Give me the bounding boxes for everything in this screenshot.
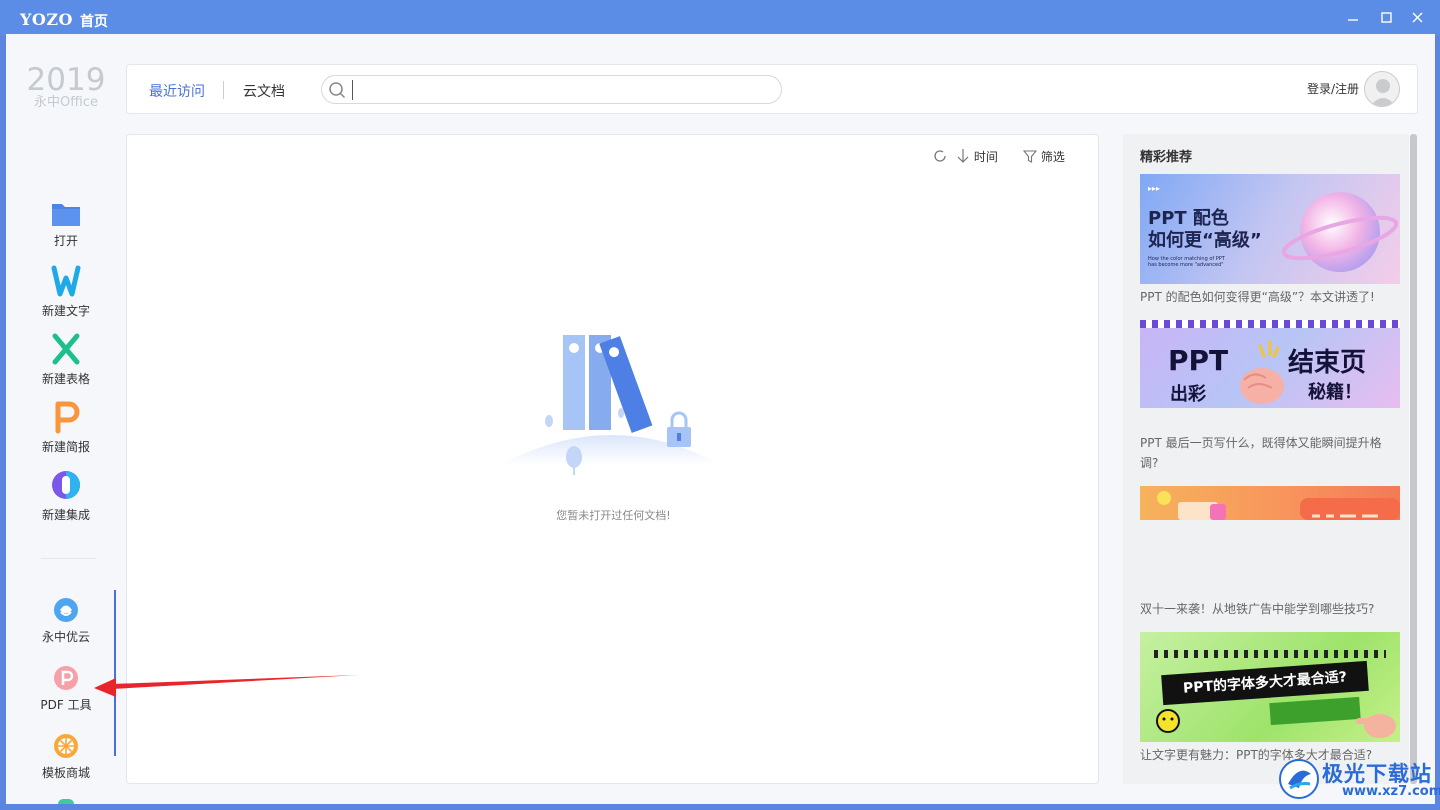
card-1-arrows: ▸▸▸ — [1148, 184, 1161, 193]
sidebar-divider — [41, 558, 96, 559]
slides-p-icon — [55, 401, 80, 434]
pointing-hand-graphic — [1356, 714, 1396, 738]
search-box — [321, 75, 782, 104]
card-1-title-line2: 如何更“高级” — [1148, 230, 1262, 251]
close-button[interactable] — [1408, 8, 1428, 28]
sidebar-item-yozo-cloud[interactable]: 永中优云 — [26, 596, 106, 645]
recommend-scrollbar[interactable] — [1410, 134, 1417, 784]
brand-logo: 2019 永中Office — [26, 64, 106, 110]
arrow-down-icon — [957, 149, 969, 163]
next-sidebar-icon — [58, 799, 74, 804]
minimize-icon — [1348, 19, 1358, 21]
title-bar: YOZO 首页 — [0, 0, 1440, 36]
sidebar-item-label: 新建集成 — [41, 508, 90, 522]
sidebar-item-label: 打开 — [53, 234, 78, 248]
tab-cloud-docs[interactable]: 云文档 — [243, 81, 285, 101]
recent-files-panel: 时间 筛选 您暂未打开过任何文档! — [126, 134, 1099, 784]
card-3-graphic — [1157, 491, 1400, 520]
recommend-card-4[interactable]: PPT的字体多大才最合适? — [1140, 632, 1400, 742]
sidebar-item-label: 新建简报 — [41, 440, 90, 454]
folder-icon — [52, 204, 80, 226]
search-input[interactable] — [352, 80, 772, 100]
maximize-icon — [1381, 12, 1392, 23]
sidebar-item-new-slides[interactable]: 新建简报 — [26, 400, 106, 455]
minimize-button[interactable] — [1343, 8, 1363, 28]
empty-state-text: 您暂未打开过任何文档! — [556, 509, 671, 522]
filter-label: 筛选 — [1040, 150, 1065, 164]
app-window: 2019 永中Office 打开 新建文字 新建表格 新建简报 新建集成 永中优… — [6, 34, 1435, 804]
top-bar: 最近访问 云文档 登录/注册 — [126, 64, 1418, 114]
filter-icon — [1022, 150, 1038, 163]
tab-divider — [223, 81, 224, 99]
cloud-icon — [54, 598, 78, 622]
sheet-x-icon — [52, 333, 80, 365]
sidebar-item-new-writer[interactable]: 新建文字 — [26, 264, 106, 319]
watermark-logo-icon — [1279, 759, 1319, 799]
sidebar-item-label: 模板商城 — [41, 766, 90, 780]
brand-name: 永中Office — [34, 95, 98, 110]
recommend-card-1-caption[interactable]: PPT 的配色如何变得更“高级”？本文讲透了! — [1140, 287, 1392, 307]
user-icon — [1370, 79, 1396, 106]
watermark: 极光下载站 www.xz7.com — [1278, 756, 1440, 802]
app-logo: YOZO — [20, 10, 73, 29]
brand-year: 2019 — [26, 62, 106, 98]
filter-button[interactable]: 筛选 — [1022, 148, 1065, 165]
recommend-card-2[interactable]: PPT 出彩 结束页 秘籍！ — [1140, 320, 1400, 408]
window-title: 首页 — [80, 14, 108, 30]
card-4-pixel-line — [1154, 650, 1386, 658]
sidebar-item-label: 新建文字 — [41, 304, 90, 318]
clapping-hand-graphic — [1240, 340, 1284, 404]
watermark-url: www.xz7.com — [1342, 784, 1440, 799]
recommend-card-1[interactable]: ▸▸▸ PPT 配色 如何更“高级” How the color matchin… — [1140, 174, 1400, 284]
smiley-graphic — [1156, 709, 1180, 733]
orange-icon — [54, 734, 78, 758]
recommend-card-2-caption[interactable]: PPT 最后一页写什么，既得体又能瞬间提升格调? — [1140, 433, 1392, 473]
card-2-pixel-border — [1140, 320, 1400, 328]
close-icon — [1412, 12, 1423, 23]
sidebar-item-new-integrated[interactable]: 新建集成 — [26, 468, 106, 523]
sidebar-item-label: PDF 工具 — [40, 698, 92, 712]
login-register-link[interactable]: 登录/注册 — [1307, 80, 1359, 97]
integrated-icon — [52, 471, 80, 499]
pdf-icon — [54, 666, 78, 690]
sidebar-item-template-store[interactable]: 模板商城 — [26, 732, 106, 781]
recommend-card-3[interactable] — [1140, 486, 1400, 520]
recommend-title: 精彩推荐 — [1140, 150, 1193, 165]
sort-by-time-button[interactable]: 时间 — [956, 148, 998, 165]
recommend-panel: 精彩推荐 ▸▸▸ PPT 配色 如何更“高级” How the color ma… — [1123, 134, 1409, 784]
card-4-green-bar — [1269, 696, 1361, 726]
recommend-card-3-caption[interactable]: 双十一来袭！从地铁广告中能学到哪些技巧? — [1140, 599, 1392, 619]
writer-w-icon — [51, 265, 81, 297]
sidebar-item-label: 永中优云 — [41, 630, 90, 644]
empty-state-illustration — [501, 335, 721, 475]
refresh-icon[interactable] — [932, 148, 948, 164]
sidebar-item-pdf-tools[interactable]: PDF 工具 — [26, 664, 106, 713]
maximize-button[interactable] — [1376, 8, 1396, 28]
sidebar-item-open[interactable]: 打开 — [26, 200, 106, 249]
sort-label: 时间 — [973, 150, 998, 164]
sidebar-highlight-line — [114, 590, 116, 756]
avatar[interactable] — [1364, 71, 1400, 107]
sidebar-item-new-sheet[interactable]: 新建表格 — [26, 332, 106, 387]
card-2-ppt: PPT — [1168, 344, 1229, 377]
planet-graphic — [1281, 192, 1398, 272]
card-2-shine: 出彩 — [1170, 384, 1206, 405]
search-icon — [329, 82, 346, 99]
card-1-subtitle: How the color matching of PPT has become… — [1148, 256, 1225, 268]
card-2-end-page: 结束页 — [1288, 348, 1367, 378]
tab-recent[interactable]: 最近访问 — [149, 81, 205, 101]
card-2-secret: 秘籍！ — [1308, 382, 1362, 403]
sidebar-item-label: 新建表格 — [41, 372, 90, 386]
